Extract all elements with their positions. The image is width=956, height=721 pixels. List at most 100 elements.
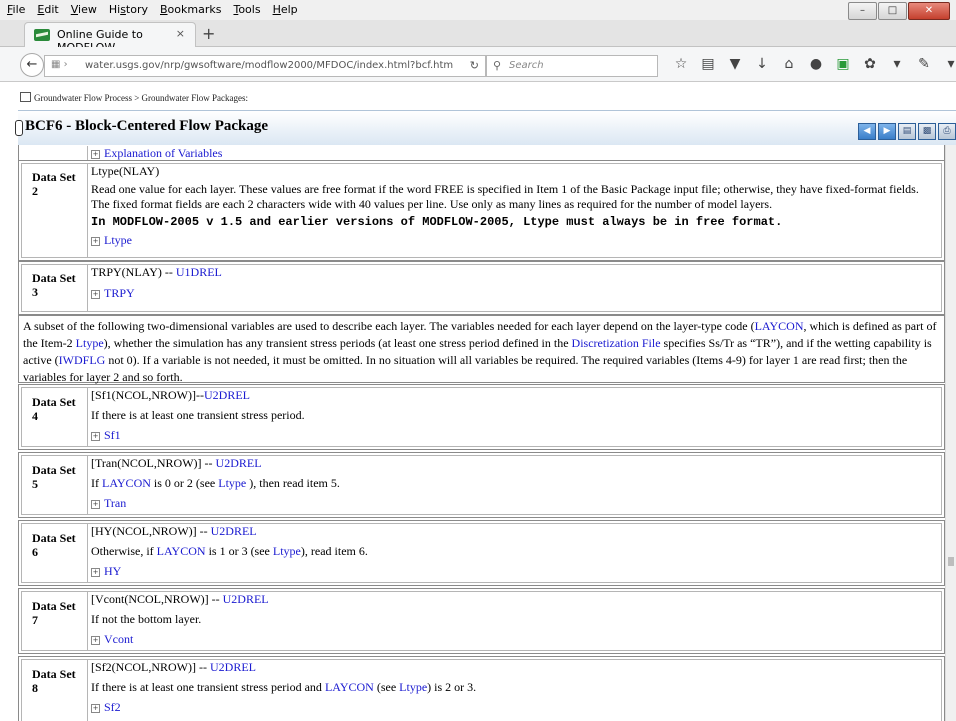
vertical-scrollbar[interactable] bbox=[945, 145, 956, 721]
next-topic-icon[interactable]: ▶ bbox=[878, 123, 896, 140]
expand-icon[interactable]: + bbox=[91, 150, 100, 159]
pocket-icon[interactable]: ▼ bbox=[728, 56, 742, 72]
menu-history[interactable]: History bbox=[107, 3, 150, 16]
ltype-link[interactable]: Ltype bbox=[273, 544, 301, 558]
page-header: BCF6 - Block-Centered Flow Package ◀ ▶ ▤… bbox=[15, 110, 956, 146]
ds2-header: Ltype(NLAY) bbox=[91, 164, 160, 178]
extension-icon[interactable]: ▣ bbox=[836, 56, 850, 72]
scrollbar-thumb[interactable] bbox=[948, 557, 954, 566]
menu-tools[interactable]: Tools bbox=[231, 3, 262, 16]
menu-help[interactable]: Help bbox=[271, 3, 300, 16]
tab-modflow[interactable]: Online Guide to MODFLOW × bbox=[24, 22, 196, 54]
ds2-note: In MODFLOW-2005 v 1.5 and earlier versio… bbox=[91, 215, 783, 229]
contents-icon[interactable]: ▤ bbox=[898, 123, 916, 140]
ds5-text: If bbox=[91, 476, 102, 490]
ds2-text: Read one value for each layer. These val… bbox=[91, 182, 919, 211]
iwdflg-link[interactable]: IWDFLG bbox=[59, 353, 106, 367]
chat-icon[interactable]: ● bbox=[809, 56, 823, 72]
explanation-row-body: + Explanation of Variables bbox=[87, 146, 938, 161]
tab-close-icon[interactable]: × bbox=[176, 27, 185, 40]
expand-icon[interactable]: + bbox=[91, 290, 100, 299]
ds5-header: [Tran(NCOL,NROW)] -- bbox=[91, 456, 216, 470]
menu-file[interactable]: File bbox=[5, 3, 27, 16]
downloads-icon[interactable]: ↓ bbox=[755, 56, 769, 72]
menu-bar: File Edit View History Bookmarks Tools H… bbox=[0, 0, 956, 20]
dropdown-icon[interactable]: ▾ bbox=[890, 56, 904, 72]
dropdown2-icon[interactable]: ▾ bbox=[944, 56, 956, 72]
sf2-link[interactable]: Sf2 bbox=[104, 700, 121, 714]
hy-link[interactable]: HY bbox=[104, 564, 121, 578]
topic-nav-buttons: ◀ ▶ ▤ ▩ ⎙ bbox=[858, 123, 956, 140]
expand-icon[interactable]: + bbox=[91, 704, 100, 713]
u2drel-link[interactable]: U2DREL bbox=[216, 456, 262, 470]
ltype-link[interactable]: Ltype bbox=[218, 476, 246, 490]
ds6-text: is 1 or 3 (see bbox=[205, 544, 273, 558]
laycon-link[interactable]: LAYCON bbox=[102, 476, 151, 490]
subset-text: A subset of the following two-dimensiona… bbox=[23, 319, 755, 333]
index-icon[interactable]: ▩ bbox=[918, 123, 936, 140]
ds8-text: (see bbox=[373, 680, 400, 694]
row-data-set-3: Data Set 3 TRPY(NLAY) -- U1DREL + TRPY bbox=[18, 261, 945, 315]
new-tab-icon[interactable]: + bbox=[202, 24, 215, 43]
data-set-3-label: Data Set 3 bbox=[32, 271, 76, 299]
ltype-link[interactable]: Ltype bbox=[76, 336, 104, 350]
expand-icon[interactable]: + bbox=[91, 432, 100, 441]
expand-icon[interactable]: + bbox=[91, 568, 100, 577]
sf1-link[interactable]: Sf1 bbox=[104, 428, 121, 442]
search-bar[interactable]: ⚲ Search bbox=[486, 55, 658, 77]
menu-bookmarks[interactable]: Bookmarks bbox=[158, 3, 223, 16]
ltype-link[interactable]: Ltype bbox=[104, 233, 132, 247]
toolbar-icons: ☆ ▤ ▼ ↓ ⌂ ● ▣ ✿ ▾ ✎ ▾ ☰ bbox=[674, 56, 956, 72]
menu-edit[interactable]: Edit bbox=[35, 3, 60, 16]
collapse-handle-icon[interactable] bbox=[15, 120, 23, 136]
data-set-5-label: Data Set 5 bbox=[32, 463, 76, 491]
ds6-text: ), read item 6. bbox=[300, 544, 368, 558]
print-icon[interactable]: ⎙ bbox=[938, 123, 956, 140]
u2drel-link[interactable]: U2DREL bbox=[210, 660, 256, 674]
reload-icon[interactable]: ↻ bbox=[470, 59, 479, 72]
usgs-favicon-icon bbox=[34, 29, 50, 41]
discretization-file-link[interactable]: Discretization File bbox=[572, 336, 661, 350]
laycon-link[interactable]: LAYCON bbox=[157, 544, 206, 558]
data-set-4-body: [Sf1(NCOL,NROW)]--U2DREL If there is at … bbox=[87, 388, 938, 446]
tran-link[interactable]: Tran bbox=[104, 496, 126, 510]
u2drel-link[interactable]: U2DREL bbox=[211, 524, 257, 538]
close-window-icon[interactable]: ✕ bbox=[908, 2, 950, 20]
bookmark-star-icon[interactable]: ☆ bbox=[674, 56, 688, 72]
menu-view[interactable]: View bbox=[69, 3, 99, 16]
maximize-icon[interactable]: □ bbox=[878, 2, 907, 20]
tool-icon[interactable]: ✎ bbox=[917, 56, 931, 72]
ltype-link[interactable]: Ltype bbox=[399, 680, 427, 694]
site-identity-icon[interactable]: ▦ › bbox=[51, 59, 68, 70]
u2drel-link[interactable]: U2DREL bbox=[223, 592, 269, 606]
content-area: + Explanation of Variables Data Set 2 Lty… bbox=[18, 145, 945, 721]
expand-icon[interactable]: + bbox=[91, 237, 100, 246]
explanation-link[interactable]: Explanation of Variables bbox=[104, 146, 222, 160]
back-arrow-icon[interactable]: ← bbox=[20, 53, 44, 77]
row-data-set-7: Data Set 7 [Vcont(NCOL,NROW)] -- U2DREL … bbox=[18, 588, 945, 654]
u2drel-link[interactable]: U2DREL bbox=[204, 388, 250, 402]
previous-topic-icon[interactable]: ◀ bbox=[858, 123, 876, 140]
subset-text: ), whether the simulation has any transi… bbox=[103, 336, 572, 350]
ds8-text: ) is 2 or 3. bbox=[427, 680, 477, 694]
ds4-header: [Sf1(NCOL,NROW)]-- bbox=[91, 388, 204, 402]
url-bar[interactable]: ▦ › water.usgs.gov/nrp/gwsoftware/modflo… bbox=[44, 55, 486, 77]
ds6-text: Otherwise, if bbox=[91, 544, 157, 558]
expand-icon[interactable]: + bbox=[91, 636, 100, 645]
data-set-3-body: TRPY(NLAY) -- U1DREL + TRPY bbox=[87, 265, 938, 311]
reading-list-icon[interactable]: ▤ bbox=[701, 56, 715, 72]
addon-icon[interactable]: ✿ bbox=[863, 56, 877, 72]
window-controls: – □ ✕ bbox=[848, 2, 950, 20]
data-set-6-body: [HY(NCOL,NROW)] -- U2DREL Otherwise, if … bbox=[87, 524, 938, 582]
vcont-link[interactable]: Vcont bbox=[104, 632, 133, 646]
expand-icon[interactable]: + bbox=[91, 500, 100, 509]
trpy-link[interactable]: TRPY bbox=[104, 286, 135, 300]
home-small-icon[interactable] bbox=[20, 92, 31, 102]
minimize-icon[interactable]: – bbox=[848, 2, 877, 20]
u1drel-link[interactable]: U1DREL bbox=[176, 265, 222, 279]
laycon-link[interactable]: LAYCON bbox=[755, 319, 804, 333]
page-title: BCF6 - Block-Centered Flow Package bbox=[25, 118, 269, 134]
home-icon[interactable]: ⌂ bbox=[782, 56, 796, 72]
laycon-link[interactable]: LAYCON bbox=[325, 680, 374, 694]
breadcrumb-text[interactable]: Groundwater Flow Process > Groundwater F… bbox=[34, 93, 248, 103]
